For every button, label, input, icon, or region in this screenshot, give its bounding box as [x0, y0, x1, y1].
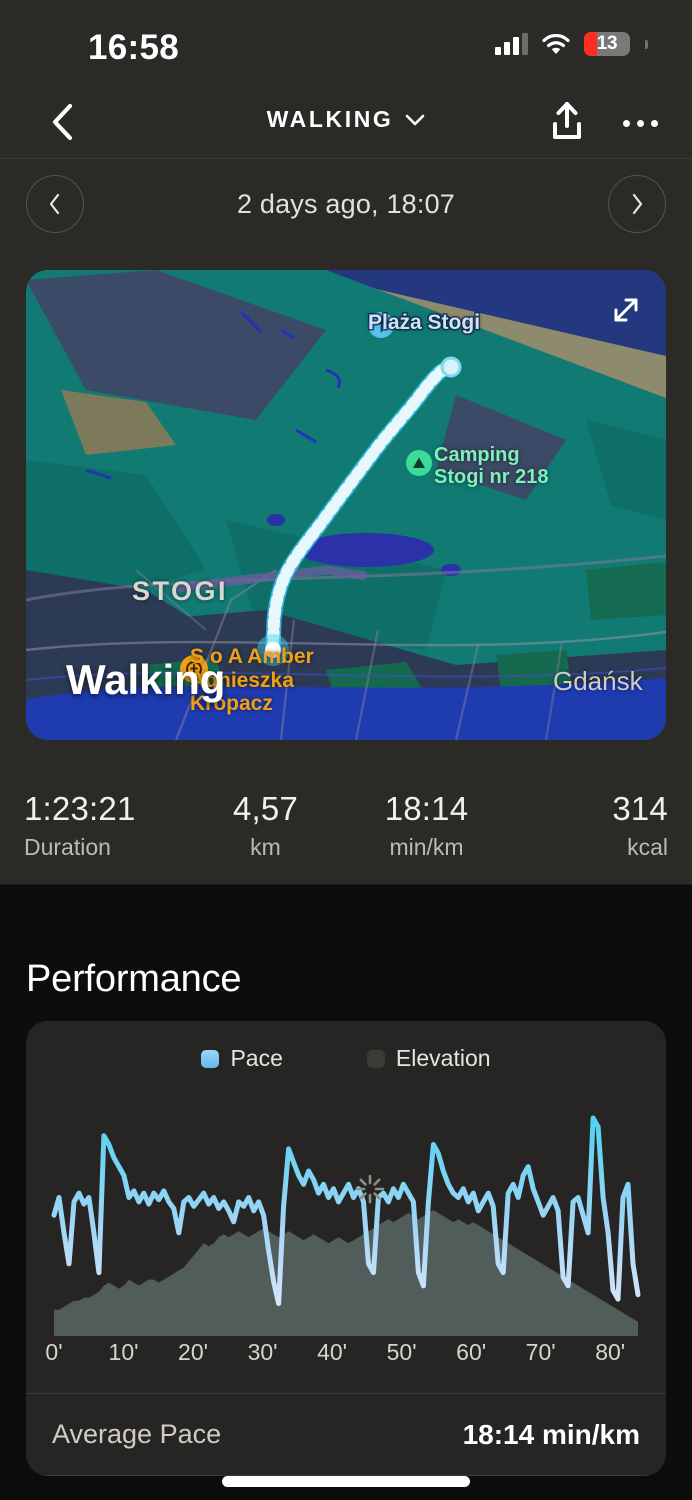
stat-pace: 18:14 min/km	[346, 790, 507, 861]
map-label-district: STOGI	[132, 576, 229, 606]
stat-distance: 4,57 km	[185, 790, 346, 861]
stat-value: 18:14	[384, 790, 469, 827]
map-label-city: Gdańsk	[553, 666, 643, 696]
more-dot	[637, 120, 644, 127]
x-axis-tick: 10'	[108, 1339, 139, 1365]
page-title: Performance	[26, 958, 242, 1000]
stat-label: min/km	[389, 834, 464, 860]
average-pace-row[interactable]: Average Pace 18:14 min/km	[26, 1393, 666, 1476]
average-pace-value: 18:14 min/km	[462, 1418, 640, 1450]
stat-duration: 1:23:21 Duration	[24, 790, 185, 861]
map-label-camping: Camping Stogi nr 218	[434, 444, 548, 488]
nav-title: WALKING	[266, 106, 394, 132]
nav-actions	[549, 100, 658, 147]
legend-label: Elevation	[395, 1045, 491, 1071]
expand-diagonal-icon	[614, 298, 638, 322]
activity-date-label: 2 days ago, 18:07	[236, 189, 456, 219]
wifi-icon	[542, 33, 570, 55]
chevron-right-icon	[632, 193, 643, 215]
legend-label: Pace	[230, 1045, 283, 1071]
performance-chart[interactable]	[26, 1081, 666, 1336]
cellular-signal-icon	[495, 33, 528, 55]
chevron-down-icon	[406, 114, 425, 125]
chart-legend: Pace Elevation	[26, 1045, 666, 1072]
legend-swatch-elevation	[366, 1049, 385, 1068]
legend-swatch-pace	[201, 1049, 220, 1068]
status-bar: 16:58 13	[0, 0, 692, 86]
x-axis-tick: 70'	[525, 1339, 556, 1365]
battery-tip-icon	[645, 39, 648, 49]
x-axis-tick: 80'	[595, 1339, 626, 1365]
x-axis-tick: 50'	[386, 1339, 417, 1365]
starburst-marker-icon	[355, 1174, 385, 1204]
legend-item-elevation[interactable]: Elevation	[366, 1045, 491, 1072]
battery-icon: 13	[584, 32, 630, 56]
activity-detail-screen: 16:58 13 WALKING 2 days ago, 18:07 Plaża…	[0, 0, 692, 1500]
stat-label: km	[250, 834, 281, 860]
more-options-button[interactable]	[623, 120, 658, 127]
tent-icon	[406, 450, 432, 476]
x-axis-tick: 60'	[456, 1339, 487, 1365]
x-axis-tick: 30'	[247, 1339, 278, 1365]
stat-value: 4,57	[232, 790, 299, 827]
stat-value: 314	[612, 790, 668, 827]
share-upload-icon	[553, 102, 581, 139]
home-indicator[interactable]	[222, 1476, 470, 1487]
status-indicators: 13	[495, 32, 648, 56]
stat-label: Duration	[24, 834, 111, 860]
map-activity-label: Walking	[66, 656, 226, 703]
legend-item-pace[interactable]: Pace	[201, 1045, 283, 1072]
more-dot	[651, 120, 658, 127]
performance-card: Pace Elevation 0' 10' 20' 30' 40' 50' 60…	[26, 1021, 666, 1476]
x-axis-tick: 20'	[178, 1339, 209, 1365]
stat-value: 1:23:21	[24, 790, 136, 827]
x-axis-tick: 40'	[317, 1339, 348, 1365]
x-axis-tick: 0'	[45, 1339, 63, 1365]
more-dot	[623, 120, 630, 127]
status-time: 16:58	[88, 28, 180, 67]
section-divider	[0, 884, 692, 885]
map-label-beach: Plaża Stogi	[366, 310, 481, 336]
nav-bar: WALKING	[0, 86, 692, 158]
chart-x-axis: 0' 10' 20' 30' 40' 50' 60' 70' 80'	[26, 1339, 666, 1379]
date-navigation: 2 days ago, 18:07	[0, 159, 692, 251]
stat-calories: 314 kcal	[507, 790, 668, 861]
battery-percent: 13	[596, 33, 618, 54]
average-pace-label: Average Pace	[52, 1419, 222, 1449]
map-label-camping-line2: Stogi nr 218	[434, 466, 549, 488]
expand-map-button[interactable]	[600, 284, 652, 336]
share-button[interactable]	[549, 100, 585, 147]
stat-label: kcal	[627, 834, 668, 860]
map-label-camping-line1: Camping	[434, 444, 520, 466]
next-activity-button[interactable]	[608, 175, 666, 233]
chart-canvas	[51, 1115, 641, 1336]
summary-stats: 1:23:21 Duration 4,57 km 18:14 min/km 31…	[0, 790, 692, 861]
